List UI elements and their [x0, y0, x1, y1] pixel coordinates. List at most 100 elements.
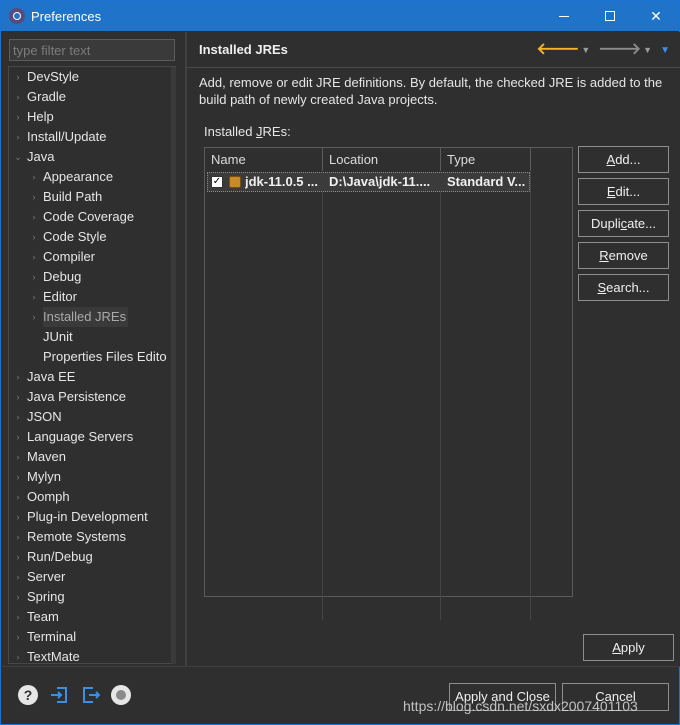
- tree-item-label: Appearance: [43, 169, 114, 184]
- collapsed-chevron-icon[interactable]: ›: [29, 247, 39, 267]
- jre-location-cell: D:\Java\jdk-11....: [329, 174, 431, 189]
- collapsed-chevron-icon[interactable]: ›: [13, 447, 23, 467]
- installed-jres-label: Installed JREs:: [204, 124, 291, 139]
- tree-item-label: Run/Debug: [27, 549, 93, 564]
- tree-item-label: Server: [27, 569, 66, 584]
- installed-jres-table[interactable]: Name Location Type ✓ jdk-11.0.5 ... D:\J…: [204, 147, 573, 620]
- preference-tree: › DevStyle › Gradle › Help › Install/Update ⌄ Jav…: [8, 66, 176, 664]
- btn-mnemonic: A: [606, 152, 616, 167]
- minimize-button[interactable]: [541, 1, 587, 31]
- preferences-window: Preferences ✕ ›DevStyle›Gradle›Help›Inst…: [0, 0, 680, 725]
- jre-name-cell: jdk-11.0.5 ...: [245, 174, 318, 189]
- collapsed-chevron-icon[interactable]: ›: [13, 527, 23, 547]
- collapsed-chevron-icon[interactable]: ›: [29, 207, 39, 227]
- tree-item-label: Properties Files Edito: [43, 349, 167, 364]
- collapsed-chevron-icon[interactable]: ›: [13, 607, 23, 627]
- column-header-location[interactable]: Location: [323, 148, 440, 171]
- btn-text: emove: [608, 248, 648, 263]
- footer-separator: [2, 666, 680, 667]
- btn-mnemonic: A: [612, 640, 621, 655]
- collapsed-chevron-icon[interactable]: ›: [13, 467, 23, 487]
- search-button[interactable]: Search...: [578, 274, 669, 301]
- collapsed-chevron-icon[interactable]: ›: [13, 87, 23, 107]
- collapsed-chevron-icon[interactable]: ›: [29, 227, 39, 247]
- tree-item-label: JSON: [27, 409, 62, 424]
- label-text-post: REs:: [262, 124, 291, 139]
- collapsed-chevron-icon[interactable]: ›: [13, 487, 23, 507]
- apply-button[interactable]: Apply: [583, 634, 674, 661]
- help-icon[interactable]: ?: [18, 685, 38, 705]
- btn-text: ate...: [627, 216, 657, 231]
- preference-navigation: › DevStyle › Gradle › Help › Install/Update ⌄ Jav…: [2, 32, 185, 665]
- record-icon[interactable]: [111, 685, 131, 705]
- collapsed-chevron-icon[interactable]: ›: [29, 287, 39, 307]
- btn-mnemonic: E: [606, 184, 616, 199]
- tree-item-label: Java: [27, 149, 55, 164]
- btn-text: Dupli: [590, 216, 621, 231]
- forward-arrow-icon[interactable]: 🡒: [598, 40, 641, 60]
- page-header: Installed JREs 🡐 ▼ 🡒 ▼ ▼: [187, 32, 680, 68]
- watermark: https://blog.csdn.net/sxdx2007401103: [403, 698, 638, 714]
- window-title: Preferences: [31, 8, 102, 24]
- tree-item-label: Installed JREs: [43, 307, 129, 327]
- collapsed-chevron-icon[interactable]: ›: [13, 67, 23, 87]
- tree-item-label: Spring: [27, 589, 65, 604]
- btn-mnemonic: R: [599, 248, 609, 263]
- eclipse-gear-icon: [9, 8, 25, 24]
- duplicate-button[interactable]: Duplicate...: [578, 210, 669, 237]
- add-button[interactable]: Add...: [578, 146, 669, 173]
- collapsed-chevron-icon[interactable]: ›: [13, 387, 23, 407]
- collapsed-chevron-icon[interactable]: ›: [13, 507, 23, 527]
- btn-text: dit...: [615, 184, 641, 199]
- expanded-chevron-icon[interactable]: ⌄: [13, 147, 23, 167]
- collapsed-chevron-icon[interactable]: ›: [13, 107, 23, 127]
- btn-text: pply: [620, 640, 645, 655]
- collapsed-chevron-icon[interactable]: ›: [13, 587, 23, 607]
- back-history-dropdown-icon[interactable]: ▼: [581, 45, 590, 55]
- collapsed-chevron-icon[interactable]: ›: [29, 187, 39, 207]
- tree-item-label: TextMate: [27, 649, 80, 664]
- default-jre-checkbox[interactable]: ✓: [211, 176, 223, 188]
- column-header-name[interactable]: Name: [205, 148, 322, 171]
- tree-item-label: Code Style: [43, 229, 107, 244]
- filter-input[interactable]: [9, 39, 175, 61]
- tree-item-label: JUnit: [43, 329, 73, 344]
- collapsed-chevron-icon[interactable]: ›: [13, 127, 23, 147]
- page-description: Add, remove or edit JRE definitions. By …: [199, 75, 663, 107]
- tree-item-label: Remote Systems: [27, 529, 126, 544]
- jre-type-cell: Standard V...: [447, 174, 526, 189]
- column-header-type[interactable]: Type: [441, 148, 530, 171]
- label-text-pre: Installed: [204, 124, 257, 139]
- edit-button[interactable]: Edit...: [578, 178, 669, 205]
- forward-history-dropdown-icon[interactable]: ▼: [643, 45, 652, 55]
- title-bar[interactable]: Preferences ✕: [1, 1, 679, 31]
- tree-item-label: Maven: [27, 449, 67, 464]
- remove-button[interactable]: Remove: [578, 242, 669, 269]
- preference-page: Installed JREs 🡐 ▼ 🡒 ▼ ▼ Add, remove or …: [187, 32, 680, 666]
- collapsed-chevron-icon[interactable]: ›: [29, 267, 39, 287]
- collapsed-chevron-icon[interactable]: ›: [13, 367, 23, 387]
- tree-item-label: Build Path: [43, 189, 103, 204]
- collapsed-chevron-icon[interactable]: ›: [13, 627, 23, 647]
- view-menu-icon[interactable]: ▼: [660, 45, 670, 56]
- tree-item-label: Editor: [43, 289, 77, 304]
- import-preferences-icon[interactable]: [49, 685, 69, 705]
- collapsed-chevron-icon[interactable]: ›: [13, 427, 23, 447]
- collapsed-chevron-icon[interactable]: ›: [29, 167, 39, 187]
- collapsed-chevron-icon[interactable]: ›: [13, 647, 23, 663]
- tree-item-label: DevStyle: [27, 69, 80, 84]
- tree-item-label: Java EE: [27, 369, 76, 384]
- collapsed-chevron-icon[interactable]: ›: [13, 407, 23, 427]
- collapsed-chevron-icon[interactable]: ›: [13, 567, 23, 587]
- btn-text: dd...: [615, 152, 641, 167]
- collapsed-chevron-icon[interactable]: ›: [29, 307, 39, 327]
- tree-scrollbar[interactable]: [171, 67, 176, 664]
- maximize-button[interactable]: [587, 1, 633, 31]
- column-divider[interactable]: [530, 148, 531, 171]
- back-arrow-icon[interactable]: 🡐: [536, 40, 579, 60]
- close-button[interactable]: ✕: [633, 1, 679, 31]
- grid-line: [322, 172, 323, 620]
- close-icon: ✕: [650, 7, 662, 24]
- collapsed-chevron-icon[interactable]: ›: [13, 547, 23, 567]
- export-preferences-icon[interactable]: [81, 685, 101, 705]
